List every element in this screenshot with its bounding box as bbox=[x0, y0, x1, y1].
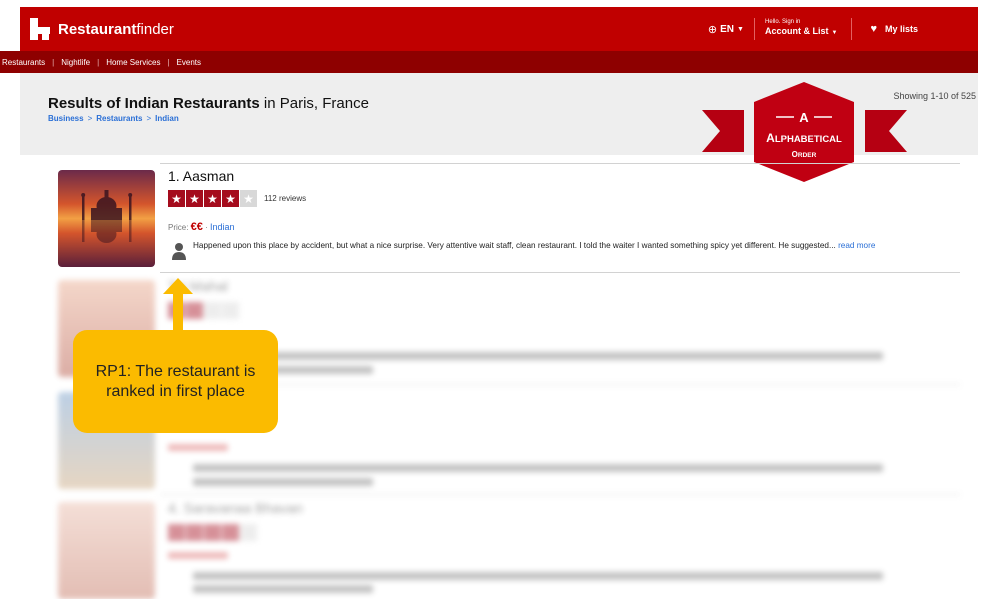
review-snippet bbox=[193, 572, 883, 580]
badge-sublabel: ORDER bbox=[792, 150, 817, 159]
star-empty-icon: ★ bbox=[240, 190, 257, 207]
breadcrumb-restaurants[interactable]: Restaurants bbox=[96, 114, 142, 123]
heart-icon: ♥ bbox=[870, 23, 877, 35]
nav-item-home-services[interactable]: Home Services bbox=[106, 58, 160, 67]
chevron-down-icon: ▼ bbox=[831, 30, 838, 36]
brand-logo[interactable]: Restaurantfinder bbox=[30, 18, 174, 40]
price-dot: · bbox=[202, 223, 211, 232]
alphabetical-order-badge: A ALPHABETICAL ORDER bbox=[702, 82, 907, 182]
divider bbox=[160, 163, 960, 164]
read-more-link[interactable]: read more bbox=[838, 241, 875, 250]
sign-in-greeting: Hello. Sign in bbox=[764, 19, 801, 25]
review-text: Happened upon this place by accident, bu… bbox=[193, 241, 839, 250]
star-icon: ★ bbox=[186, 190, 203, 207]
breadcrumb-separator: > bbox=[87, 114, 93, 123]
star-rating bbox=[168, 524, 258, 541]
my-lists-label: My lists bbox=[884, 24, 918, 34]
review-snippet bbox=[193, 464, 883, 472]
breadcrumb: Business > Restaurants > Indian bbox=[48, 114, 179, 123]
review-snippet: Happened upon this place by accident, bu… bbox=[193, 240, 893, 252]
taj-mahal-image bbox=[58, 170, 155, 267]
price-line bbox=[168, 552, 228, 559]
star-rating: ★ ★ ★ ★ ★ 112 reviews bbox=[168, 190, 306, 207]
breadcrumb-separator: > bbox=[146, 114, 152, 123]
nav-item-events[interactable]: Events bbox=[177, 58, 201, 67]
restaurant-name[interactable]: 1. Aasman bbox=[168, 168, 234, 184]
chevron-down-icon: ▼ bbox=[737, 25, 744, 33]
page-title: Results of Indian Restaurants in Paris, … bbox=[48, 95, 369, 112]
nav-item-nightlife[interactable]: Nightlife bbox=[61, 58, 90, 67]
language-selector[interactable]: ⊕ EN ▼ bbox=[708, 18, 755, 40]
restaurant-photo[interactable] bbox=[58, 170, 155, 267]
review-snippet bbox=[193, 585, 373, 593]
breadcrumb-indian[interactable]: Indian bbox=[155, 114, 179, 123]
user-avatar-icon bbox=[172, 243, 186, 260]
brand-name: Restaurantfinder bbox=[58, 20, 174, 38]
account-label: Account & List ▼ bbox=[764, 26, 838, 36]
price-line: Price: €€ · Indian bbox=[168, 221, 235, 233]
nav-separator: | bbox=[167, 57, 170, 67]
arrow-up-icon bbox=[163, 278, 193, 332]
blurred-results: Taj Mahal 4. Saravanaa Bhavan bbox=[0, 272, 996, 599]
price-line bbox=[168, 444, 228, 451]
my-lists-button[interactable]: ♥ My lists bbox=[852, 23, 978, 35]
account-menu[interactable]: Hello. Sign in Account & List ▼ bbox=[755, 18, 853, 40]
nav-separator: | bbox=[97, 57, 100, 67]
price-level: €€ bbox=[190, 221, 203, 233]
globe-icon: ⊕ bbox=[707, 23, 718, 36]
price-label: Price: bbox=[168, 223, 191, 232]
review-snippet bbox=[193, 352, 883, 360]
badge-label: ALPHABETICAL bbox=[766, 131, 842, 145]
nav-item-restaurants[interactable]: Restaurants bbox=[2, 58, 45, 67]
cuisine-link[interactable]: Indian bbox=[210, 222, 235, 232]
logo-icon bbox=[30, 18, 50, 40]
language-code: EN bbox=[720, 23, 735, 35]
category-nav: Restaurants | Nightlife | Home Services … bbox=[0, 51, 978, 73]
star-icon: ★ bbox=[204, 190, 221, 207]
star-icon: ★ bbox=[222, 190, 239, 207]
badge-letter: A bbox=[799, 110, 809, 125]
breadcrumb-business[interactable]: Business bbox=[48, 114, 84, 123]
restaurant-name: 4. Saravanaa Bhavan bbox=[168, 500, 303, 516]
review-count[interactable]: 112 reviews bbox=[264, 194, 306, 203]
nav-separator: | bbox=[52, 57, 55, 67]
top-header: Restaurantfinder ⊕ EN ▼ Hello. Sign in A… bbox=[20, 7, 978, 51]
restaurant-photo bbox=[58, 502, 155, 599]
annotation-callout: RP1: The restaurant is ranked in first p… bbox=[73, 330, 278, 433]
review-snippet bbox=[193, 478, 373, 486]
star-icon: ★ bbox=[168, 190, 185, 207]
